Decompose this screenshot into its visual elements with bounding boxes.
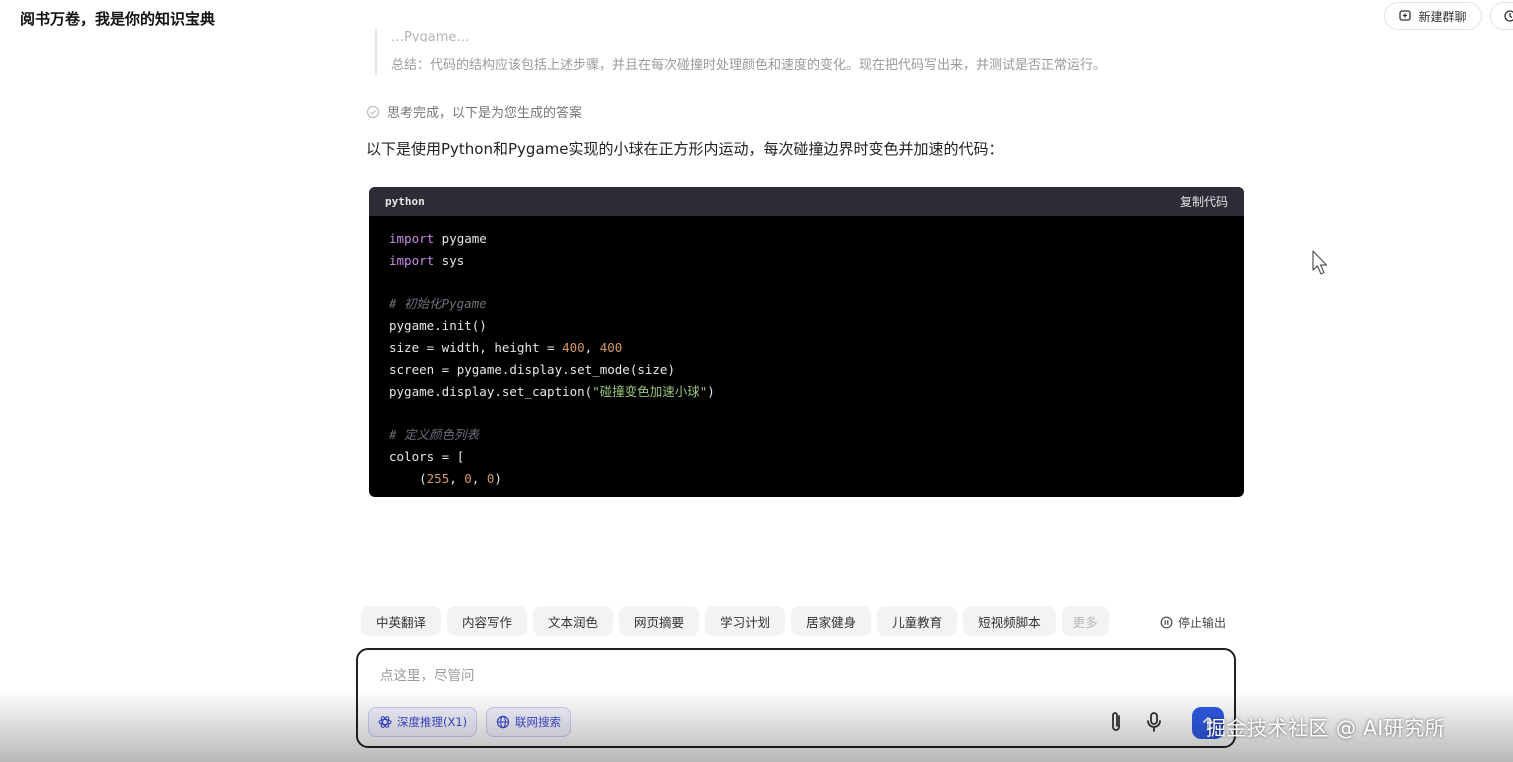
code-token: , bbox=[584, 339, 600, 355]
quick-chip[interactable]: 学习计划 bbox=[705, 606, 786, 636]
page: 阅书万卷，我是你的知识宝典 新建群聊 …Pygame… 总结：代码的结构应该包括… bbox=[0, 0, 1513, 762]
stop-output-label: 停止输出 bbox=[1178, 616, 1227, 630]
quick-chip[interactable]: 居家健身 bbox=[791, 606, 872, 636]
code-block: python 复制代码 import pygame import sys # 初始… bbox=[369, 187, 1244, 497]
code-token: ) bbox=[707, 383, 715, 399]
quick-chip[interactable]: 儿童教育 bbox=[877, 606, 958, 636]
code-token: size = width, height = bbox=[389, 339, 563, 355]
new-chat-button[interactable]: 新建群聊 bbox=[1384, 2, 1482, 30]
code-token: pygame.init() bbox=[389, 318, 487, 334]
quick-chip[interactable]: 中英翻译 bbox=[361, 606, 442, 636]
code-token: pygame.display.set_caption( bbox=[389, 383, 593, 399]
quick-chip[interactable]: 网页摘要 bbox=[619, 606, 700, 636]
check-circle-icon bbox=[366, 105, 380, 118]
code-token: 400 bbox=[599, 339, 623, 355]
history-icon bbox=[1504, 10, 1513, 22]
code-token: pygame bbox=[434, 231, 487, 246]
code-line: import sys bbox=[389, 250, 1224, 272]
thinking-done: 思考完成，以下是为您生成的答案 bbox=[366, 102, 582, 121]
deep-reasoning-button[interactable]: 深度推理(X1) bbox=[368, 707, 478, 737]
code-token: , bbox=[471, 470, 487, 486]
code-line: (255, 0, 0) bbox=[389, 468, 1224, 490]
new-chat-label: 新建群聊 bbox=[1418, 9, 1467, 24]
thinking-summary: 总结：代码的结构应该包括上述步骤，并且在每次碰撞时处理颜色和速度的变化。现在把代… bbox=[391, 58, 1107, 73]
code-line: size = width, height = 400, 400 bbox=[389, 337, 1224, 359]
microphone-icon[interactable] bbox=[1145, 710, 1163, 734]
thinking-cut-line: …Pygame… bbox=[391, 30, 470, 42]
atom-icon bbox=[378, 716, 392, 728]
pause-circle-icon bbox=[1160, 616, 1173, 629]
code-token: 400 bbox=[562, 339, 585, 355]
code-token: 255 bbox=[426, 470, 450, 486]
code-token: 0 bbox=[464, 470, 472, 486]
code-line: colors = [ bbox=[389, 446, 1224, 468]
code-line: import pygame bbox=[389, 228, 1224, 250]
answer-intro: 以下是使用Python和Pygame实现的小球在正方形内运动，每次碰撞边界时变色… bbox=[366, 140, 1004, 158]
app-title: 阅书万卷，我是你的知识宝典 bbox=[20, 10, 216, 28]
code-token: , bbox=[449, 470, 465, 486]
code-line: # 初始化Pygame bbox=[389, 293, 1224, 315]
prompt-input[interactable] bbox=[378, 664, 1202, 688]
thinking-done-label: 思考完成，以下是为您生成的答案 bbox=[387, 106, 583, 121]
quick-chip[interactable]: 内容写作 bbox=[447, 606, 528, 636]
more-chips-button[interactable]: 更多 bbox=[1061, 606, 1109, 636]
attachment-icon[interactable] bbox=[1108, 710, 1124, 734]
thinking-block: …Pygame… 总结：代码的结构应该包括上述步骤，并且在每次碰撞时处理颜色和速… bbox=[375, 28, 1271, 76]
code-token: # 定义颜色列表 bbox=[389, 427, 480, 443]
deep-reasoning-label: 深度推理(X1) bbox=[397, 715, 468, 729]
chat-input-box: 深度推理(X1) 联网搜索 bbox=[356, 648, 1236, 748]
code-token: import bbox=[389, 231, 435, 246]
history-button[interactable] bbox=[1490, 2, 1513, 30]
code-token: "碰撞变色加速小球" bbox=[592, 383, 708, 399]
code-language: python bbox=[385, 195, 425, 208]
code-token: ) bbox=[494, 470, 502, 486]
stop-output-button[interactable]: 停止输出 bbox=[1160, 614, 1226, 631]
new-chat-icon bbox=[1399, 10, 1412, 21]
code-line: # 定义颜色列表 bbox=[389, 424, 1224, 446]
watermark: 掘金技术社区 @ AI研究所 bbox=[1206, 716, 1446, 740]
code-token: sys bbox=[434, 252, 465, 268]
code-token: # 初始化Pygame bbox=[389, 296, 487, 312]
code-line: screen = pygame.display.set_mode(size) bbox=[389, 359, 1224, 381]
copy-code-button[interactable]: 复制代码 bbox=[1180, 193, 1228, 210]
code-token: ( bbox=[389, 470, 427, 486]
code-token: screen = pygame.display.set_mode(size) bbox=[389, 361, 675, 377]
code-body: import pygame import sys # 初始化Pygame pygam… bbox=[369, 216, 1244, 497]
globe-icon bbox=[496, 715, 510, 729]
code-token: colors = [ bbox=[389, 448, 465, 464]
mouse-cursor-icon bbox=[1312, 250, 1328, 275]
quick-chip[interactable]: 短视频脚本 bbox=[963, 606, 1056, 636]
quick-chip[interactable]: 文本润色 bbox=[533, 606, 614, 636]
code-token: import bbox=[389, 252, 435, 268]
code-line: pygame.init() bbox=[389, 315, 1224, 337]
web-search-label: 联网搜索 bbox=[515, 715, 561, 729]
code-line: pygame.display.set_caption("碰撞变色加速小球") bbox=[389, 381, 1224, 403]
web-search-button[interactable]: 联网搜索 bbox=[486, 707, 571, 737]
quick-chips: 中英翻译 内容写作 文本润色 网页摘要 学习计划 居家健身 儿童教育 短视频脚本 更多 bbox=[361, 606, 1109, 636]
code-header: python 复制代码 bbox=[369, 187, 1244, 216]
